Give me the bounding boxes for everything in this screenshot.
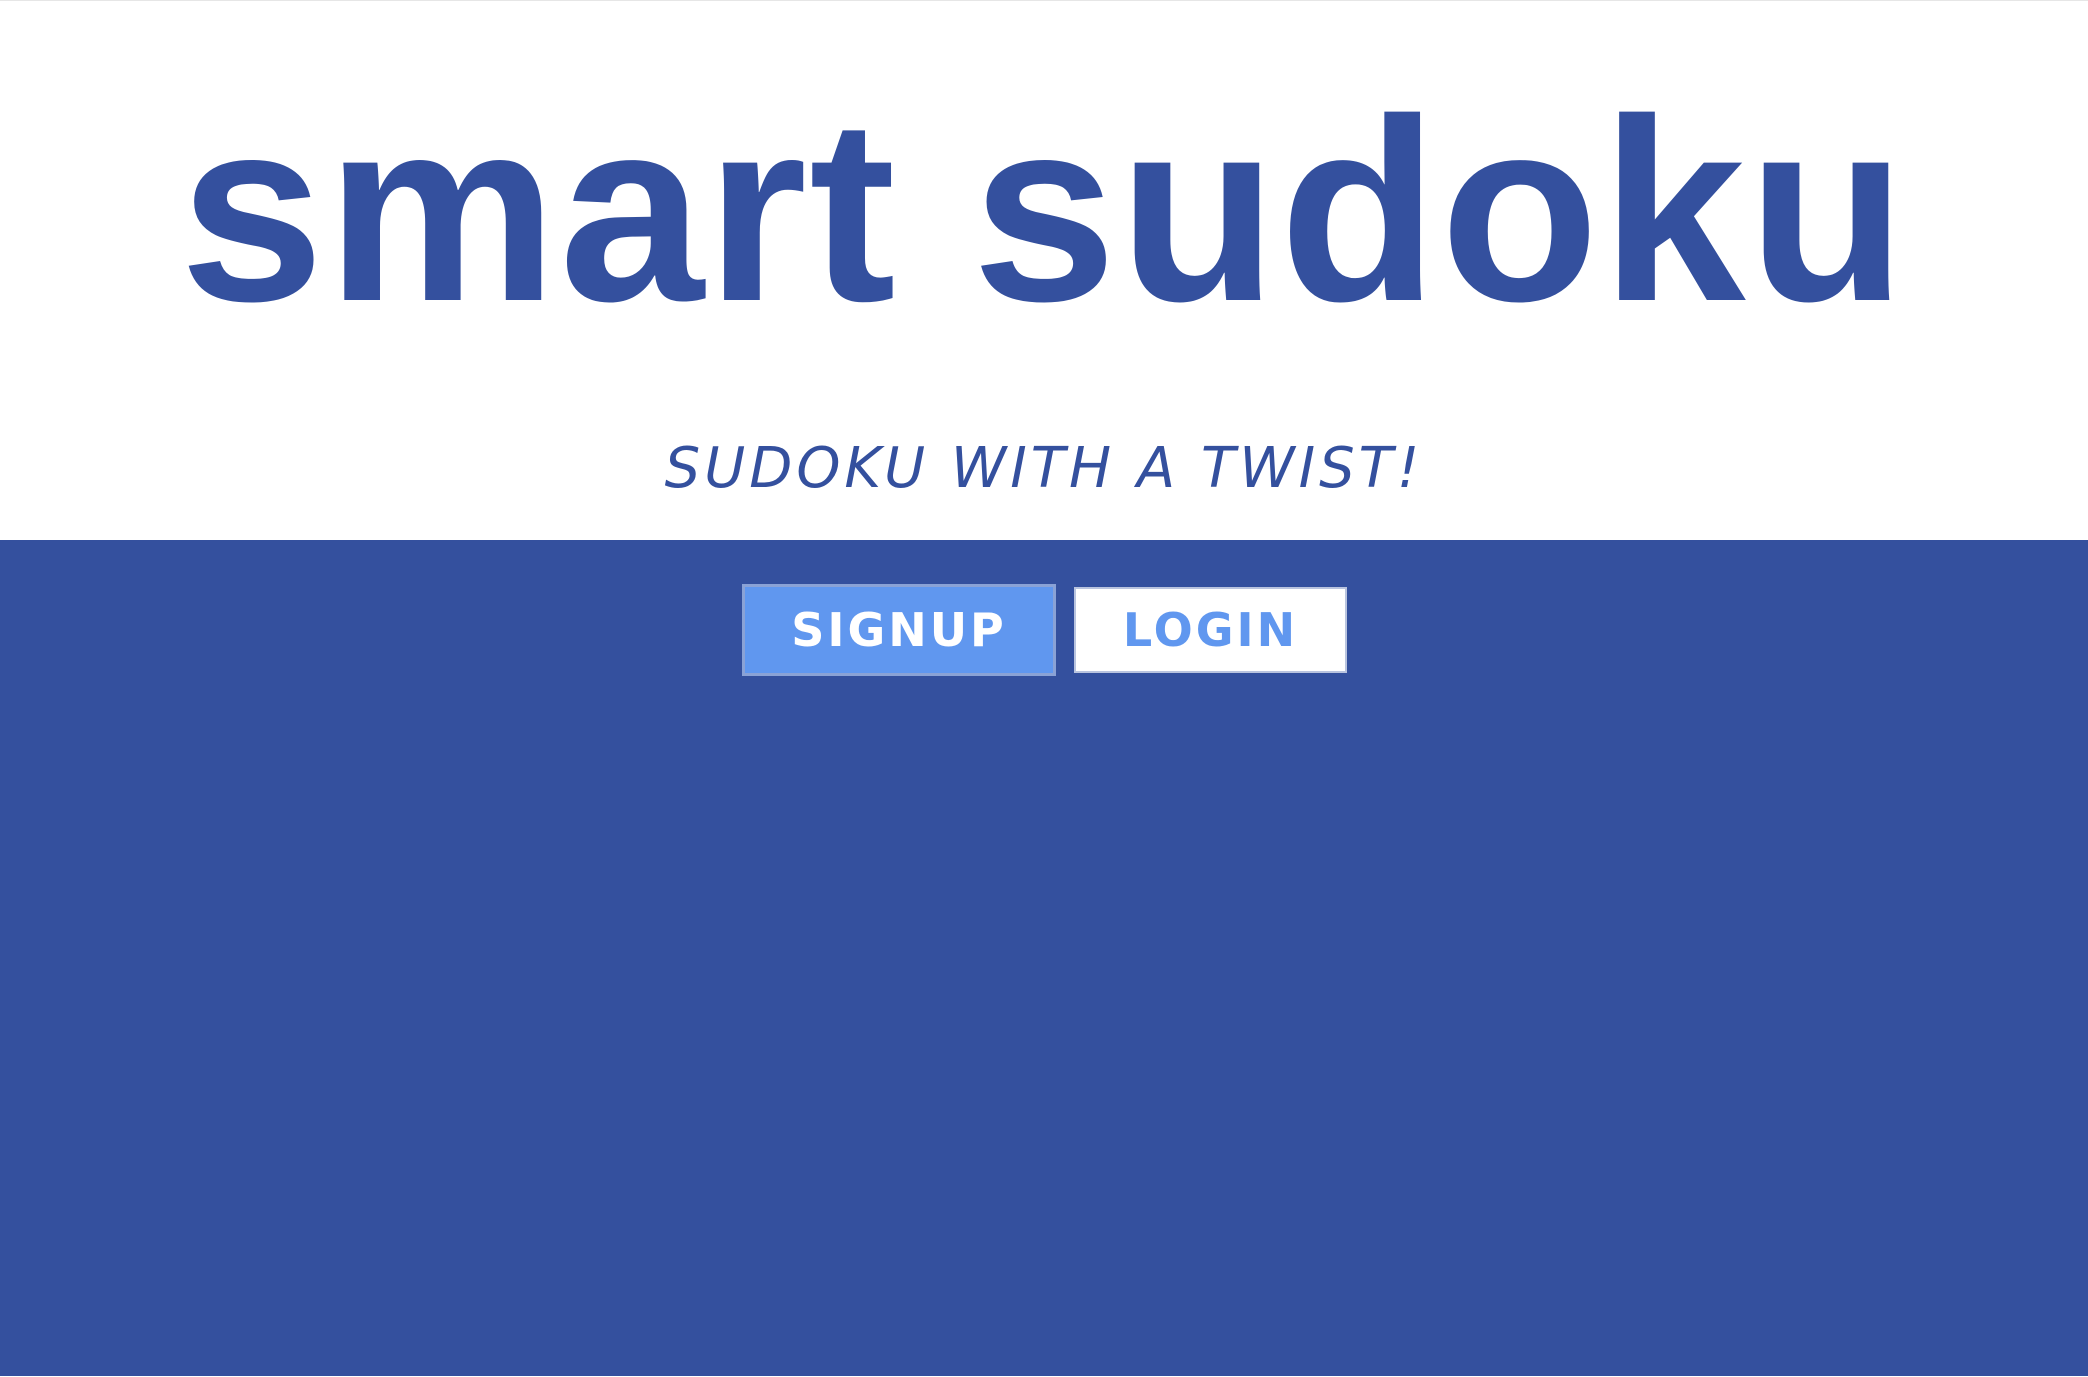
landing-page: smart sudoku SUDOKU WITH A TWIST! SIGNUP… [0, 0, 2088, 1377]
auth-panel: SIGNUP LOGIN [0, 540, 2088, 1376]
hero-header: smart sudoku SUDOKU WITH A TWIST! [0, 0, 2088, 540]
app-title: smart sudoku [179, 66, 1909, 356]
tagline: SUDOKU WITH A TWIST! [664, 436, 1424, 501]
login-button[interactable]: LOGIN [1071, 584, 1350, 676]
signup-button[interactable]: SIGNUP [742, 584, 1056, 676]
